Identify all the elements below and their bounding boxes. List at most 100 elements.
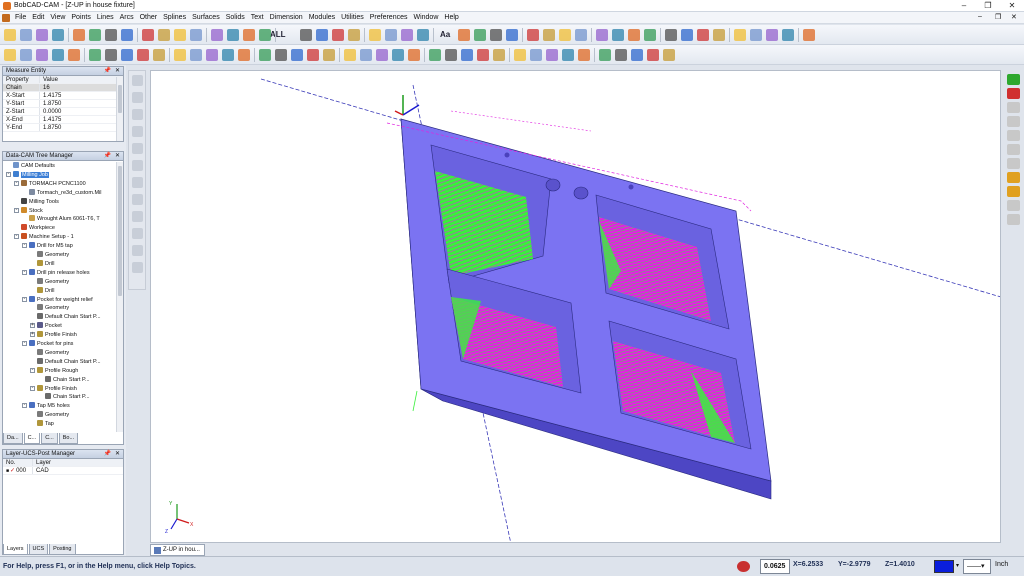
- tree-item[interactable]: Drill: [37, 286, 54, 295]
- selection-filter-icon[interactable]: [132, 211, 143, 222]
- line-icon[interactable]: [190, 29, 202, 41]
- spline-icon[interactable]: [734, 29, 746, 41]
- mdi-restore-button[interactable]: ❐: [995, 13, 1001, 21]
- tree-item[interactable]: Stock: [21, 206, 43, 215]
- close-icon[interactable]: ✕: [115, 152, 120, 161]
- point-icon[interactable]: [644, 29, 656, 41]
- tree-item[interactable]: Geometry: [37, 251, 69, 259]
- surface-icon[interactable]: [578, 49, 590, 61]
- text-tool-label[interactable]: Aa: [440, 30, 450, 39]
- chamfer-icon[interactable]: [153, 49, 165, 61]
- open-folder-icon[interactable]: [1007, 186, 1020, 197]
- slice-icon[interactable]: [206, 49, 218, 61]
- revolve-icon[interactable]: [89, 49, 101, 61]
- sphere-icon[interactable]: [392, 49, 404, 61]
- tree-item[interactable]: Geometry: [37, 411, 69, 419]
- select-icon[interactable]: [628, 29, 640, 41]
- open-icon[interactable]: [20, 29, 32, 41]
- trim-icon[interactable]: [599, 49, 611, 61]
- view-back-icon[interactable]: [1007, 116, 1020, 127]
- circle-icon[interactable]: [227, 29, 239, 41]
- step-value-field[interactable]: 0.0625: [760, 559, 790, 574]
- menu-surfaces[interactable]: Surfaces: [189, 14, 223, 22]
- layer-tab-1[interactable]: UCS: [28, 544, 49, 555]
- menu-points[interactable]: Points: [68, 14, 93, 22]
- text-icon[interactable]: [300, 29, 312, 41]
- minimize-button[interactable]: –: [952, 0, 976, 12]
- tree-tab-2[interactable]: C...: [41, 433, 58, 444]
- tree-item[interactable]: Wrought Alum 6061-T6, T: [29, 215, 100, 223]
- mirror-icon[interactable]: [316, 29, 328, 41]
- layer-visible-icon[interactable]: ✓: [10, 467, 15, 475]
- menu-dimension[interactable]: Dimension: [267, 14, 306, 22]
- boolean-icon[interactable]: [530, 49, 542, 61]
- slice-icon[interactable]: [546, 49, 558, 61]
- tree-item[interactable]: Profile Finish: [37, 331, 77, 339]
- tree-item[interactable]: Workpiece: [21, 224, 55, 232]
- redo-icon[interactable]: [559, 29, 571, 41]
- tree-item[interactable]: Milling Job: [13, 170, 49, 179]
- select-icon[interactable]: [158, 29, 170, 41]
- cad-scene[interactable]: Y X Z: [151, 71, 1001, 543]
- new-icon[interactable]: [474, 29, 486, 41]
- new-icon[interactable]: [4, 29, 16, 41]
- cone-icon[interactable]: [36, 49, 48, 61]
- pattern-icon[interactable]: [332, 29, 344, 41]
- menu-window[interactable]: Window: [410, 14, 441, 22]
- property-row[interactable]: X-Start 1.4175: [3, 92, 123, 100]
- pin-icon[interactable]: 📌: [104, 67, 111, 76]
- layer-row[interactable]: ■ ✓ 000 CAD: [3, 467, 123, 475]
- property-row[interactable]: Chain 16: [3, 84, 123, 92]
- loft-icon[interactable]: [461, 49, 473, 61]
- zoom-icon[interactable]: [401, 29, 413, 41]
- line-icon[interactable]: [665, 29, 677, 41]
- view-bottom-icon[interactable]: [1007, 144, 1020, 155]
- shell-icon[interactable]: [174, 49, 186, 61]
- selection-filter-icon[interactable]: [132, 160, 143, 171]
- cut-icon[interactable]: [575, 29, 587, 41]
- trim-icon[interactable]: [259, 49, 271, 61]
- tree-scrollbar[interactable]: [116, 162, 123, 432]
- cut-icon[interactable]: [105, 29, 117, 41]
- menu-utilities[interactable]: Utilities: [338, 14, 367, 22]
- collapse-icon[interactable]: -: [14, 180, 19, 186]
- tree-item[interactable]: Profile Finish: [37, 384, 77, 393]
- save-icon[interactable]: [36, 29, 48, 41]
- pattern-icon[interactable]: [782, 29, 794, 41]
- selection-filter-icon[interactable]: [132, 177, 143, 188]
- rectangle-icon[interactable]: [713, 29, 725, 41]
- property-row[interactable]: Y-End 1.8750: [3, 124, 123, 132]
- mirror-icon[interactable]: [766, 29, 778, 41]
- tree-tab-1[interactable]: C...: [23, 433, 41, 444]
- close-icon[interactable]: ✕: [115, 67, 120, 76]
- menu-text[interactable]: Text: [248, 14, 267, 22]
- color-dropdown-icon[interactable]: ▾: [956, 562, 959, 569]
- offset-icon[interactable]: [615, 49, 627, 61]
- cone-icon[interactable]: [376, 49, 388, 61]
- tree-item[interactable]: Geometry: [37, 277, 69, 286]
- cancel-icon[interactable]: [1007, 88, 1020, 99]
- folder-icon[interactable]: [1007, 172, 1020, 183]
- view-front-icon[interactable]: [1007, 102, 1020, 113]
- collapse-icon[interactable]: -: [14, 207, 19, 213]
- tree-item[interactable]: Pocket for weight relief: [29, 295, 93, 304]
- collapse-icon[interactable]: -: [22, 269, 27, 275]
- snap-icon[interactable]: [737, 561, 750, 572]
- collapse-icon[interactable]: -: [30, 385, 35, 391]
- tree-item[interactable]: TORMACH PCNC1100: [21, 179, 86, 188]
- tree-item[interactable]: Chain Start P...: [45, 393, 90, 401]
- arc-icon[interactable]: [681, 29, 693, 41]
- copy-icon[interactable]: [596, 29, 608, 41]
- property-row[interactable]: Z-Start 0.0000: [3, 108, 123, 116]
- tree-item[interactable]: Drill for M5 tap: [29, 242, 73, 250]
- collapse-icon[interactable]: -: [22, 341, 27, 346]
- layer-tab-0[interactable]: Layers: [3, 544, 28, 555]
- tree-item[interactable]: Pocket: [37, 322, 62, 330]
- selection-filter-icon[interactable]: [132, 228, 143, 239]
- collapse-icon[interactable]: -: [22, 243, 27, 249]
- maximize-button[interactable]: ❐: [976, 0, 1000, 12]
- collapse-icon[interactable]: -: [30, 367, 35, 373]
- tree-item[interactable]: Chain Start P...: [45, 375, 90, 384]
- tree-item[interactable]: Default Chain Start P...: [37, 357, 101, 366]
- pin-icon[interactable]: 📌: [104, 450, 111, 459]
